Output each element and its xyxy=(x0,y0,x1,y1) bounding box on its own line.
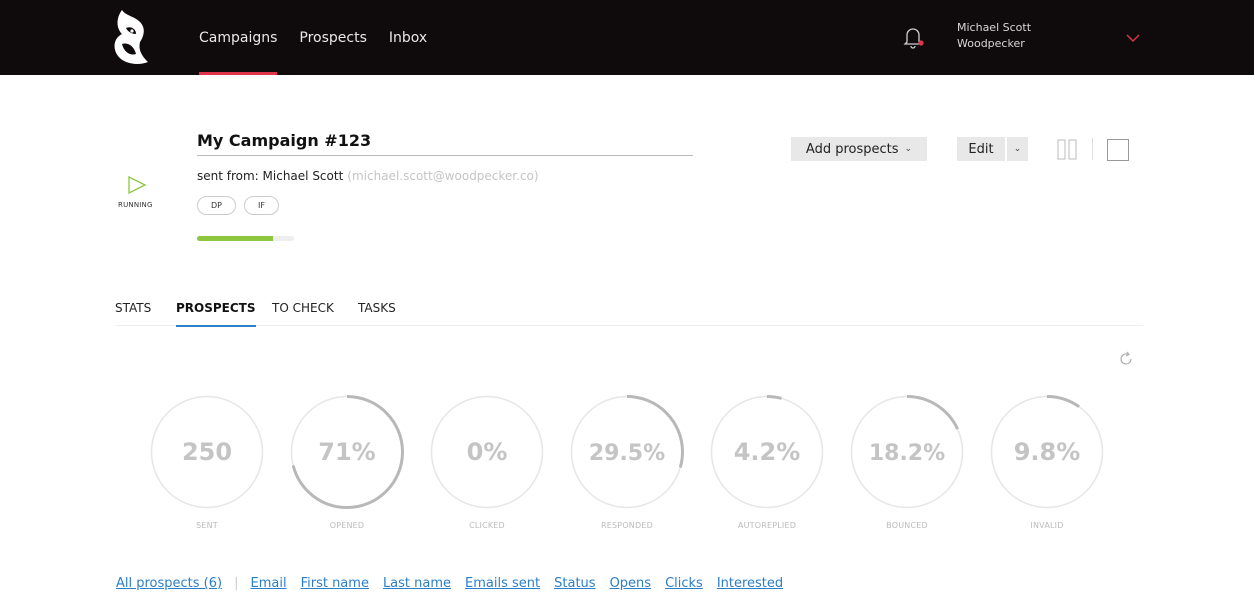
stat-ring: 18.2% xyxy=(850,395,964,509)
filter-opens[interactable]: Opens xyxy=(610,576,652,591)
campaign-status: RUNNING xyxy=(118,201,153,209)
stat-ring: 29.5% xyxy=(570,395,684,509)
tab-prospects[interactable]: PROSPECTS xyxy=(176,301,256,327)
chevron-down-icon[interactable] xyxy=(1126,33,1140,43)
tab-to-check[interactable]: TO CHECK xyxy=(272,301,334,326)
stat-ring: 0% xyxy=(430,395,544,509)
sent-from-email: (michael.scott@woodpecker.co) xyxy=(347,169,539,183)
stat-value: 250 xyxy=(182,438,232,466)
stat-sent: 250 SENT xyxy=(150,395,264,530)
filter-all-prospects[interactable]: All prospects (6) xyxy=(116,576,222,591)
refresh-icon[interactable] xyxy=(1118,351,1134,367)
campaign-progress-bar xyxy=(197,236,294,241)
tab-tasks[interactable]: TASKS xyxy=(358,301,396,326)
filter-first-name[interactable]: First name xyxy=(301,576,369,591)
sent-from-label: sent from: Michael Scott xyxy=(197,169,344,183)
nav-campaigns[interactable]: Campaigns xyxy=(199,0,278,75)
notification-bell-icon[interactable] xyxy=(900,24,926,50)
stat-value: 4.2% xyxy=(734,438,801,466)
chevron-down-icon: ⌄ xyxy=(1013,144,1022,154)
chevron-down-icon: ⌄ xyxy=(904,144,913,154)
stop-icon[interactable] xyxy=(1107,139,1129,161)
filter-emails-sent[interactable]: Emails sent xyxy=(465,576,540,591)
top-navigation-bar: Campaigns Prospects Inbox Michael Scott … xyxy=(0,0,1254,75)
stat-label: AUTOREPLIED xyxy=(737,521,797,530)
stat-label: INVALID xyxy=(1030,521,1064,530)
tag-if[interactable]: IF xyxy=(244,196,279,215)
stat-label: OPENED xyxy=(329,521,365,530)
stat-value: 9.8% xyxy=(1014,438,1081,466)
stat-value: 18.2% xyxy=(869,441,945,466)
filter-email[interactable]: Email xyxy=(251,576,287,591)
nav-prospects[interactable]: Prospects xyxy=(299,0,366,75)
filter-clicks[interactable]: Clicks xyxy=(665,576,703,591)
stat-ring: 9.8% xyxy=(990,395,1104,509)
filter-separator: | xyxy=(234,576,239,591)
woodpecker-logo-icon[interactable] xyxy=(108,4,154,68)
user-name: Michael Scott xyxy=(957,21,1032,34)
toolbar-divider xyxy=(1092,138,1093,160)
stat-invalid: 9.8% INVALID xyxy=(990,395,1104,530)
add-prospects-label: Add prospects xyxy=(805,141,899,157)
stat-value: 71% xyxy=(318,438,375,466)
play-icon[interactable] xyxy=(126,174,148,196)
nav-inbox[interactable]: Inbox xyxy=(389,0,427,75)
edit-button[interactable]: Edit xyxy=(957,137,1005,161)
stat-ring: 250 xyxy=(150,395,264,509)
stat-value: 29.5% xyxy=(589,441,665,466)
sent-from: sent from: Michael Scott (michael.scott@w… xyxy=(197,169,539,183)
tag-dp[interactable]: DP xyxy=(197,196,236,215)
stat-label: RESPONDED xyxy=(601,521,653,530)
main-nav: Campaigns Prospects Inbox xyxy=(199,0,427,75)
campaign-progress-fill xyxy=(197,236,273,241)
stat-ring: 71% xyxy=(290,395,404,509)
add-prospects-button[interactable]: Add prospects ⌄ xyxy=(791,137,927,161)
campaign-tags: DP IF xyxy=(197,196,279,215)
stat-label: CLICKED xyxy=(469,521,505,530)
stat-bounced: 18.2% BOUNCED xyxy=(850,395,964,530)
tab-stats[interactable]: STATS xyxy=(115,301,151,326)
stat-value: 0% xyxy=(467,438,508,466)
stat-ring: 4.2% xyxy=(710,395,824,509)
stat-label: BOUNCED xyxy=(886,521,928,530)
stat-autoreplied: 4.2% AUTOREPLIED xyxy=(710,395,824,530)
pause-icon[interactable] xyxy=(1057,139,1077,160)
campaign-title[interactable]: My Campaign #123 xyxy=(197,131,693,156)
stat-opened: 71% OPENED xyxy=(290,395,404,530)
stat-clicked: 0% CLICKED xyxy=(430,395,544,530)
user-menu[interactable]: Michael Scott Woodpecker xyxy=(957,20,1031,52)
user-company: Woodpecker xyxy=(957,37,1025,50)
stat-responded: 29.5% RESPONDED xyxy=(570,395,684,530)
edit-dropdown-button[interactable]: ⌄ xyxy=(1007,137,1028,161)
campaign-tabs: STATS PROSPECTS TO CHECK TASKS xyxy=(115,301,1143,327)
prospect-filters: All prospects (6) | Email First name Last … xyxy=(116,576,797,591)
filter-interested[interactable]: Interested xyxy=(717,576,783,591)
stats-row: 250 SENT 71% OPENED 0% CLICKED 29.5% RESPONDED 4… xyxy=(150,395,1110,535)
filter-last-name[interactable]: Last name xyxy=(383,576,451,591)
stat-label: SENT xyxy=(196,521,218,530)
filter-status[interactable]: Status xyxy=(554,576,595,591)
